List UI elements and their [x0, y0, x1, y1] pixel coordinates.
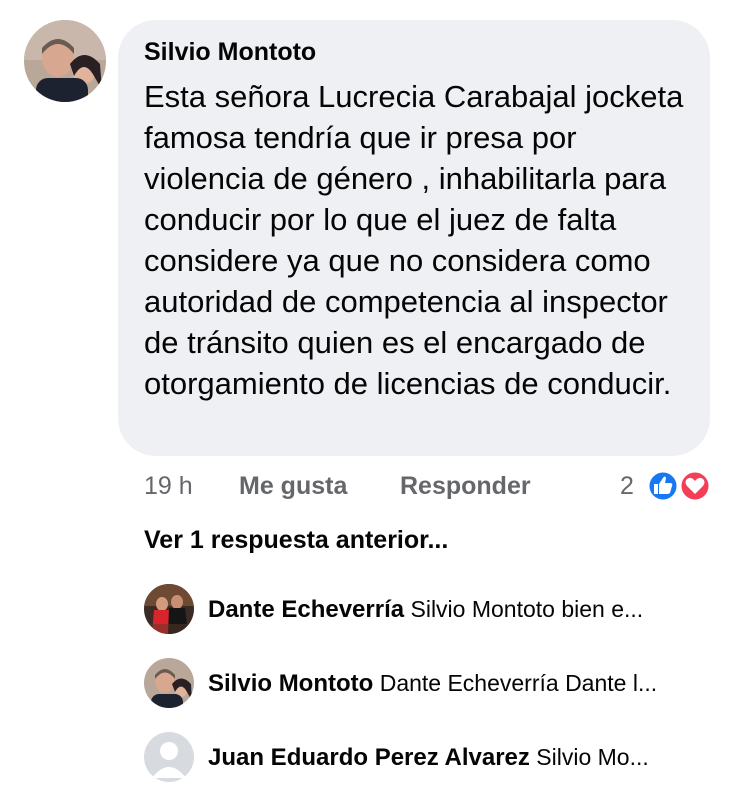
reply-author[interactable]: Juan Eduardo Perez Alvarez [208, 744, 530, 771]
reply-preview: Dante Echeverría Dante l... [379, 670, 658, 696]
reply-button[interactable]: Responder [400, 472, 531, 504]
reply-avatar[interactable] [144, 732, 194, 782]
reaction-icons[interactable] [644, 469, 714, 503]
reaction-count[interactable]: 2 [620, 472, 634, 501]
reply-avatar[interactable] [144, 584, 194, 634]
comment-timestamp[interactable]: 19 h [144, 472, 193, 504]
comment-author[interactable]: Silvio Montoto [144, 38, 316, 67]
reply-item[interactable]: Silvio Montoto Dante Echeverría Dante l.… [144, 658, 724, 712]
reply-author[interactable]: Silvio Montoto [208, 670, 373, 697]
reply-item[interactable]: Dante Echeverría Silvio Montoto bien e..… [144, 584, 724, 638]
like-button[interactable]: Me gusta [239, 472, 347, 504]
reply-preview: Silvio Mo... [536, 744, 649, 770]
love-icon [678, 469, 712, 503]
reply-author[interactable]: Dante Echeverría [208, 596, 404, 623]
like-icon [646, 469, 680, 503]
commenter-avatar[interactable] [24, 20, 106, 102]
view-previous-replies[interactable]: Ver 1 respuesta anterior... [144, 526, 448, 555]
reply-preview: Silvio Montoto bien e... [410, 596, 644, 622]
comment-text: Esta señora Lucrecia Carabajal jocketa f… [144, 79, 684, 401]
reply-avatar[interactable] [144, 658, 194, 708]
reply-item[interactable]: Juan Eduardo Perez Alvarez Silvio Mo... [144, 732, 724, 786]
